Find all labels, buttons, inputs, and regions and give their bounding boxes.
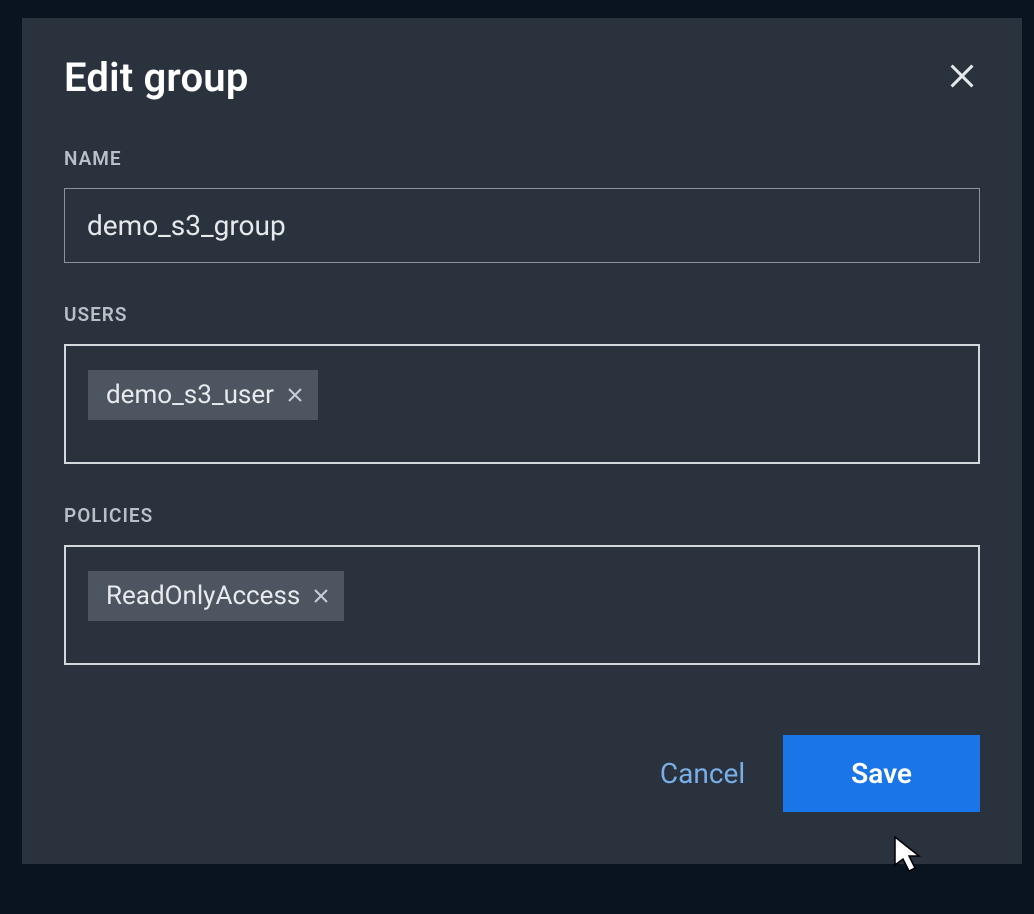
policies-input[interactable]: ReadOnlyAccess [64,545,980,665]
close-icon [288,388,302,402]
user-tag: demo_s3_user [88,370,318,420]
close-icon [948,62,976,90]
remove-policy-button[interactable] [314,589,328,603]
policies-label: POLICIES [64,504,980,527]
users-field-section: USERS demo_s3_user [64,303,980,464]
policy-tag-label: ReadOnlyAccess [106,581,300,611]
user-tag-label: demo_s3_user [106,380,274,410]
modal-header: Edit group [64,54,980,101]
cancel-button[interactable]: Cancel [660,757,745,790]
policies-field-section: POLICIES ReadOnlyAccess [64,504,980,665]
edit-group-modal: Edit group NAME USERS demo_s3_user POLIC… [22,18,1022,864]
close-icon [314,589,328,603]
name-input[interactable] [64,188,980,263]
name-field-section: NAME [64,147,980,263]
remove-user-button[interactable] [288,388,302,402]
modal-footer: Cancel Save [64,735,980,812]
users-input[interactable]: demo_s3_user [64,344,980,464]
policy-tag: ReadOnlyAccess [88,571,344,621]
modal-title: Edit group [64,54,249,101]
name-label: NAME [64,147,980,170]
save-button[interactable]: Save [783,735,980,812]
users-label: USERS [64,303,980,326]
close-button[interactable] [944,58,980,94]
